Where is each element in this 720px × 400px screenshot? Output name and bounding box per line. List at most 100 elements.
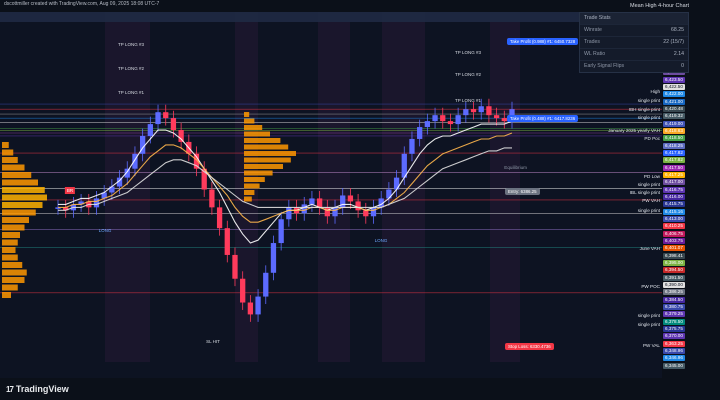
stats-value: 2.14 [673, 51, 684, 57]
price-axis-label: 6,422.50 [663, 84, 685, 90]
price-axis-label: 6,398.41 [663, 252, 685, 259]
candle-body [486, 106, 492, 116]
candle-body [332, 207, 338, 217]
level-label: single print [637, 182, 660, 187]
price-axis-label: 6,406.75 [663, 230, 685, 237]
volume-bar [244, 177, 265, 182]
price-axis-label: 6,395.00 [663, 260, 685, 266]
candle-body [417, 127, 423, 139]
candle-body [170, 118, 177, 131]
candle-body [209, 189, 215, 208]
volume-bar [2, 247, 16, 253]
candle-body [255, 296, 261, 315]
volume-bar [2, 262, 23, 268]
candle-body [316, 198, 323, 208]
trade-label: TP LONG #1 [118, 90, 144, 95]
candle-body [347, 195, 354, 202]
stats-label: WL Ratio [584, 51, 606, 57]
price-axis-label: 6,417.82 [663, 157, 685, 164]
footer-bar: 17 TradingView [0, 378, 720, 400]
price-axis-label: 6,413.00 [663, 216, 685, 222]
volume-bar [2, 254, 18, 261]
trade-label: BR [64, 187, 76, 194]
candle-body [470, 109, 477, 113]
volume-bar [244, 151, 296, 156]
candle-body [224, 228, 230, 255]
stop-loss-box: Stop Loss: 6330.4736 [505, 343, 554, 350]
trade-label: TP LONG #2 [455, 72, 481, 77]
price-axis-label: 6,417.50 [663, 164, 685, 171]
candle-body [301, 204, 307, 214]
volume-bar [2, 149, 14, 156]
price-axis-label: 6,418.50 [663, 135, 685, 142]
stats-value: 22 (15/7) [663, 39, 684, 45]
level-label: single print [637, 208, 660, 213]
volume-bar [2, 292, 11, 298]
stats-row-trades: Trades 22 (15/7) [580, 36, 688, 48]
price-axis-label: 6,380.75 [663, 304, 685, 310]
volume-bar [2, 239, 18, 246]
take-profit-box: Take Profit (0.988) #1: 6450.7328 [507, 38, 579, 45]
level-label: single print [637, 313, 660, 318]
price-axis-label: 6,375.75 [663, 326, 685, 332]
stats-label: Winrate [584, 27, 602, 33]
volume-bar [244, 157, 291, 163]
candle-body [324, 207, 330, 217]
level-label: PD Low [643, 174, 660, 179]
stats-title: Mean High 4-hour Chart [629, 3, 689, 9]
price-chart[interactable] [0, 12, 662, 378]
level-label: PW VAL [642, 343, 660, 348]
price-axis-label: 6,416.00 [663, 194, 685, 200]
level-label: Equilibrium [504, 165, 527, 170]
volume-bar [2, 142, 9, 148]
trade-stats-panel: Trade Stats Winrate 68.25 Trades 22 (15/… [579, 12, 689, 73]
tradingview-logo[interactable]: 17 TradingView [6, 383, 69, 395]
price-axis-label: 6,423.50 [663, 76, 685, 83]
level-label: IBH single print [628, 107, 660, 112]
trade-label: TP LONG #3 [455, 50, 481, 55]
level-label: PW POC [641, 284, 660, 289]
level-label: January 2025 yearly VAH [608, 128, 660, 133]
tradingview-logo-icon: 17 [6, 384, 14, 394]
candle-body [393, 177, 400, 190]
candle-body [493, 115, 500, 119]
price-axis-label: 6,422.00 [663, 91, 685, 98]
volume-bar [2, 202, 43, 208]
volume-bar [2, 224, 25, 231]
volume-bar [244, 164, 283, 169]
volume-bar [2, 164, 25, 171]
candle-body [178, 130, 184, 142]
volume-bar [2, 269, 27, 276]
candle-body [278, 219, 284, 244]
stats-row-early-flips: Early Signal Flips 0 [580, 60, 688, 72]
candle-body [363, 210, 369, 217]
volume-bar [2, 194, 47, 201]
level-label: PW VAH [642, 198, 660, 203]
volume-bar [244, 118, 255, 124]
price-axis-label: 6,417.25 [663, 172, 685, 178]
volume-bar [244, 190, 255, 195]
trade-label: TP LONG #1 [455, 98, 481, 103]
volume-bar [244, 138, 281, 143]
candle-body [263, 272, 269, 297]
trade-stats-header: Trade Stats [580, 13, 688, 24]
candle-body [463, 109, 469, 116]
price-axis-label: 6,379.25 [663, 311, 685, 318]
candle-body [247, 302, 254, 315]
level-label: June VAH [639, 246, 660, 251]
price-axis-label: 6,386.25 [663, 289, 685, 296]
price-axis-label: 6,345.00 [663, 362, 685, 369]
candle-body [432, 115, 438, 122]
candle-body [355, 201, 361, 211]
stats-value: 0 [681, 63, 684, 69]
price-axis-label: 6,348.96 [663, 348, 685, 354]
plot-area[interactable]: Take Profit (0.988) #1: 6450.7328 Take Pr… [0, 12, 662, 378]
candle-body [447, 121, 454, 125]
price-axis-label: 6,416.75 [663, 186, 685, 193]
tradingview-brand: TradingView [15, 384, 69, 394]
level-label: IBL single print [629, 190, 660, 195]
trade-label: TP LONG #3 [118, 42, 144, 47]
price-axis-label: 6,420.48 [663, 106, 685, 112]
volume-bar [2, 284, 18, 291]
price-axis-label: 6,378.50 [663, 318, 685, 325]
